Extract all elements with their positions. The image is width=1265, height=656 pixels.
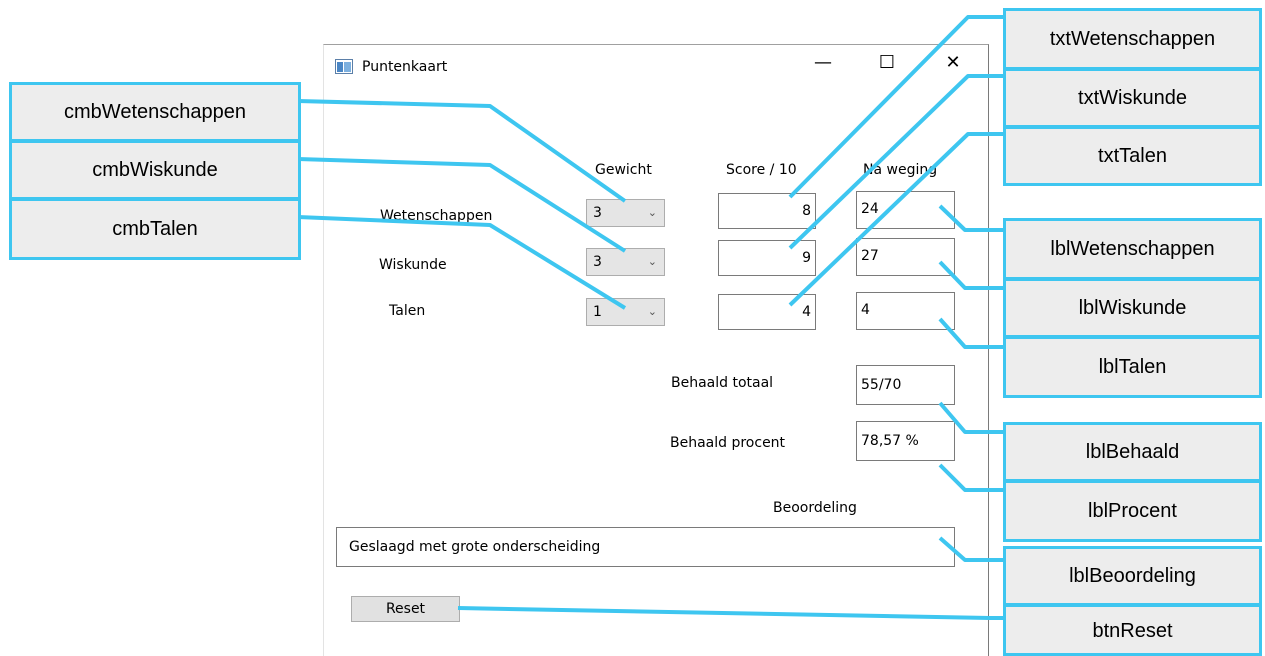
chevron-down-icon: ⌄ (647, 255, 657, 268)
cmb-wetenschappen[interactable]: 3 ⌄ (586, 199, 665, 227)
callout-lbl-talen: lblTalen (1003, 336, 1262, 398)
cmb-value: 3 (593, 205, 602, 221)
app-icon (335, 59, 353, 74)
callout-cmb-wetenschappen: cmbWetenschappen (9, 82, 301, 142)
label-wiskunde: Wiskunde (379, 257, 447, 273)
close-button[interactable]: ✕ (938, 52, 968, 80)
behaald-procent-label: Behaald procent (670, 435, 786, 451)
callout-lbl-behaald: lblBehaald (1003, 422, 1262, 482)
lbl-talen: 4 (856, 292, 955, 330)
lbl-wiskunde: 27 (856, 238, 955, 276)
chevron-down-icon: ⌄ (647, 305, 657, 318)
reset-button[interactable]: Reset (351, 596, 460, 622)
label-talen: Talen (389, 303, 426, 319)
header-score: Score / 10 (726, 162, 797, 178)
callout-txt-talen: txtTalen (1003, 126, 1262, 186)
callout-lbl-procent: lblProcent (1003, 480, 1262, 542)
callout-lbl-wetenschappen: lblWetenschappen (1003, 218, 1262, 280)
lbl-procent: 78,57 % (856, 421, 955, 461)
label-wetenschappen: Wetenschappen (380, 208, 493, 224)
txt-wiskunde[interactable]: 9 (718, 240, 816, 276)
callout-txt-wetenschappen: txtWetenschappen (1003, 8, 1262, 70)
txt-talen[interactable]: 4 (718, 294, 816, 330)
lbl-behaald: 55/70 (856, 365, 955, 405)
chevron-down-icon: ⌄ (647, 206, 657, 219)
txt-wetenschappen[interactable]: 8 (718, 193, 816, 229)
minimize-button[interactable]: — (808, 52, 838, 80)
header-gewicht: Gewicht (595, 162, 652, 178)
callout-cmb-talen: cmbTalen (9, 198, 301, 260)
callout-txt-wiskunde: txtWiskunde (1003, 68, 1262, 128)
cmb-value: 1 (593, 304, 602, 320)
callout-cmb-wiskunde: cmbWiskunde (9, 140, 301, 200)
behaald-totaal-label: Behaald totaal (671, 375, 774, 391)
window-title: Puntenkaart (362, 59, 448, 75)
cmb-value: 3 (593, 254, 602, 270)
lbl-beoordeling: Geslaagd met grote onderscheiding (336, 527, 955, 567)
callout-btn-reset: btnReset (1003, 604, 1262, 656)
maximize-button[interactable]: ☐ (872, 52, 902, 80)
cmb-talen[interactable]: 1 ⌄ (586, 298, 665, 326)
callout-lbl-beoordeling: lblBeoordeling (1003, 546, 1262, 606)
cmb-wiskunde[interactable]: 3 ⌄ (586, 248, 665, 276)
header-na-weging: Na weging (863, 162, 938, 178)
lbl-wetenschappen: 24 (856, 191, 955, 229)
callout-lbl-wiskunde: lblWiskunde (1003, 278, 1262, 338)
beoordeling-label: Beoordeling (773, 500, 857, 516)
